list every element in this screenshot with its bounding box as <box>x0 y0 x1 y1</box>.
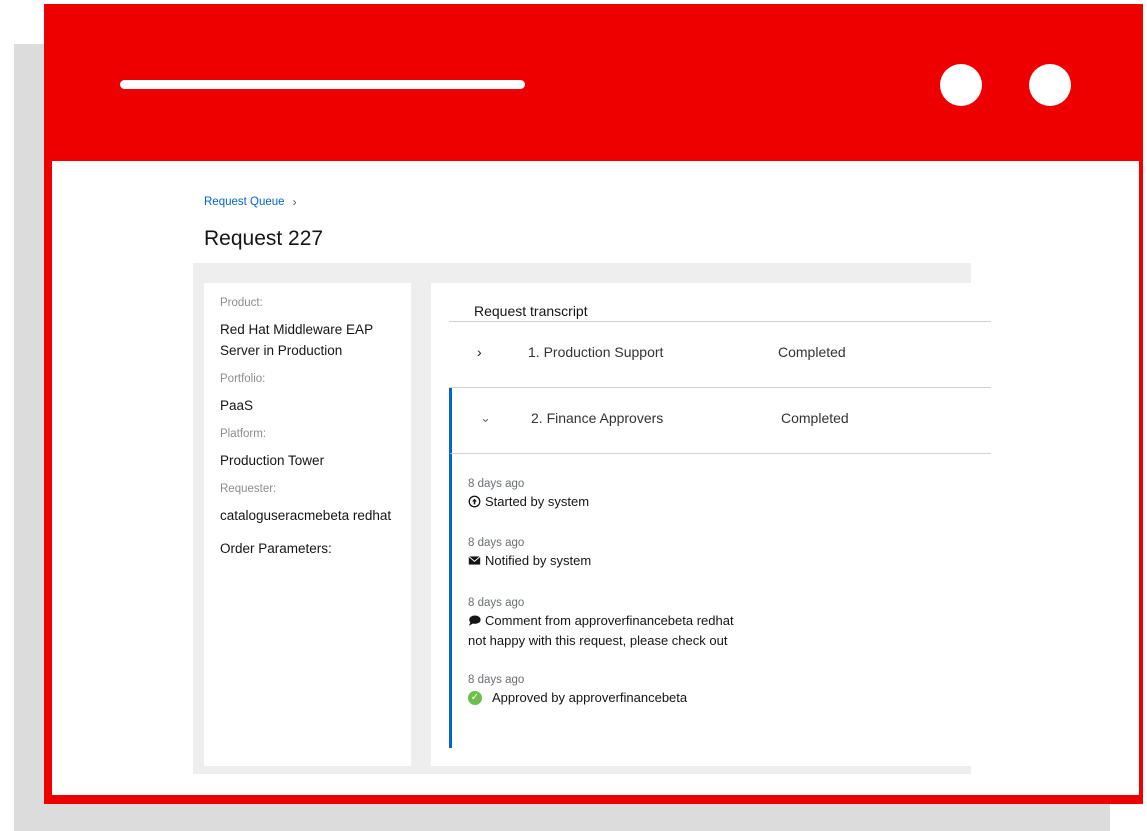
event-item: 8 days ago Comment from approverfinanceb… <box>468 597 734 648</box>
requester-label: Requester: <box>220 483 277 495</box>
play-circle-icon <box>468 495 481 508</box>
stage-status: Completed <box>778 344 846 360</box>
stage-status: Completed <box>781 410 849 426</box>
requester-value: cataloguseracmebeta redhat <box>220 508 392 523</box>
event-item: 8 days ago ✓ Approved by approverfinance… <box>468 674 687 705</box>
product-label: Product: <box>220 297 263 309</box>
request-transcript-card: Request transcript › 1. Production Suppo… <box>431 283 991 766</box>
envelope-icon <box>468 556 481 565</box>
product-value: Red Hat Middleware EAP Server in Product… <box>220 322 373 358</box>
event-text: Notified by system <box>485 553 592 568</box>
chevron-down-icon[interactable]: ⌄ <box>480 410 491 426</box>
order-parameters-label: Order Parameters: <box>220 541 332 556</box>
comment-icon <box>468 615 481 626</box>
event-time: 8 days ago <box>468 674 525 686</box>
content-area: Request Queue › Request 227 Product: Red… <box>52 161 1139 795</box>
request-details-card: Product: Red Hat Middleware EAP Server i… <box>204 283 411 766</box>
event-text: Approved by approverfinancebeta <box>492 690 688 705</box>
breadcrumb-link-request-queue[interactable]: Request Queue <box>204 196 285 208</box>
event-time: 8 days ago <box>468 597 525 609</box>
event-description: Started by system <box>468 494 589 509</box>
platform-label: Platform: <box>220 428 267 440</box>
breadcrumb: Request Queue › <box>204 195 297 209</box>
event-text: Started by system <box>485 494 590 509</box>
window-dot-icon <box>1029 64 1071 106</box>
stage-row[interactable]: › 1. Production Support Completed <box>449 322 991 388</box>
event-text: Comment from approverfinancebeta redhat <box>485 613 734 628</box>
page-title: Request 227 <box>204 227 324 250</box>
address-bar-placeholder <box>120 80 525 89</box>
comment-text: not happy with this request, please chec… <box>468 633 728 648</box>
stage-name: 2. Finance Approvers <box>531 410 664 426</box>
event-description: Notified by system <box>468 553 591 568</box>
portfolio-label: Portfolio: <box>220 373 266 385</box>
event-time: 8 days ago <box>468 537 525 549</box>
transcript-heading: Request transcript <box>474 303 588 319</box>
stage-name: 1. Production Support <box>528 344 664 360</box>
stage-events-panel: 8 days ago Started by system 8 days ago … <box>449 454 991 748</box>
event-description: Comment from approverfinancebeta redhat <box>468 613 734 628</box>
window-dot-icon <box>940 64 982 106</box>
event-time: 8 days ago <box>468 478 525 490</box>
portfolio-value: PaaS <box>220 398 254 413</box>
event-description: ✓ Approved by approverfinancebeta <box>468 690 687 705</box>
chevron-right-icon[interactable]: › <box>477 344 482 360</box>
event-item: 8 days ago Started by system <box>468 478 589 509</box>
event-item: 8 days ago Notified by system <box>468 537 591 568</box>
platform-value: Production Tower <box>220 453 325 468</box>
stage-row[interactable]: ⌄ 2. Finance Approvers Completed <box>449 388 991 454</box>
check-circle-icon: ✓ <box>468 690 482 705</box>
chevron-right-icon: › <box>292 195 297 209</box>
